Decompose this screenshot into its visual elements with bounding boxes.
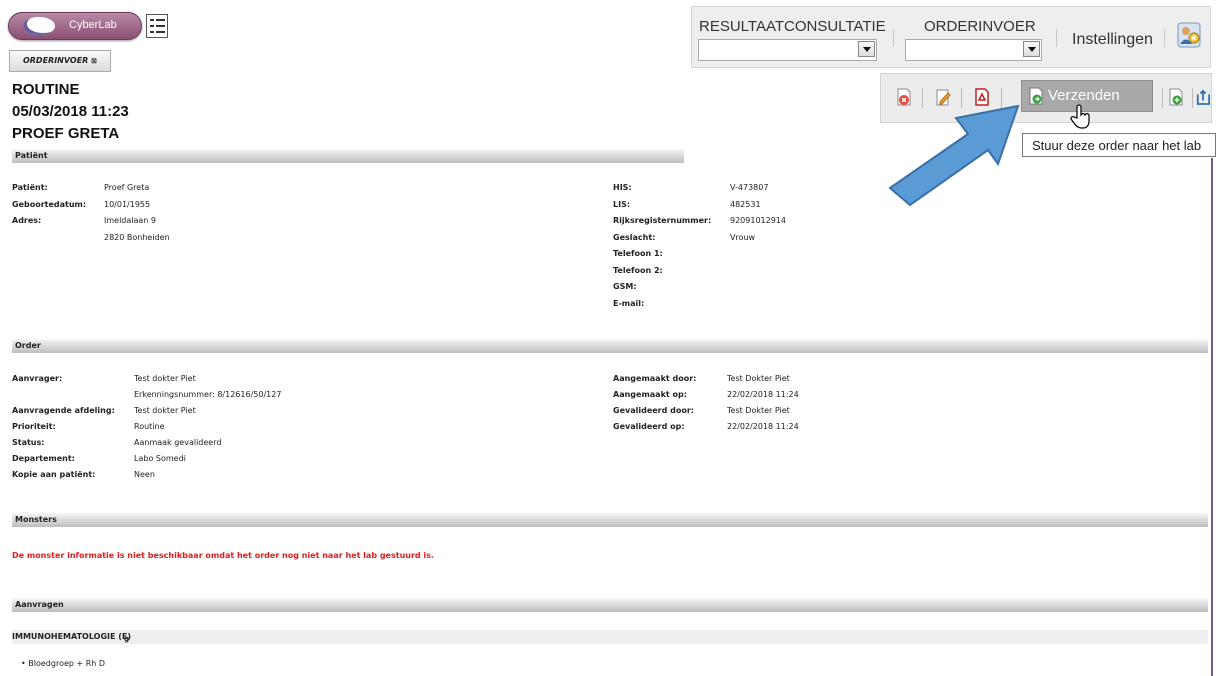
chevron-down-icon xyxy=(1023,41,1040,57)
patient-field-label: Telefoon 1: xyxy=(613,249,663,258)
cyberlab-logo[interactable]: CyberLab xyxy=(8,12,142,40)
section-header-order: Order xyxy=(12,339,1208,353)
order-field-label: Departement: xyxy=(12,454,75,463)
order-field-label: Gevalideerd op: xyxy=(613,422,685,431)
top-navigation: RESULTAATCONSULTATIE ORDERINVOER Instell… xyxy=(691,6,1211,68)
order-field-label: Aanvrager: xyxy=(12,374,63,383)
order-field-label: Aanvragende afdeling: xyxy=(12,406,115,415)
aanvraag-group-title: IMMUNOHEMATOLOGIE (E) xyxy=(12,632,132,641)
patient-field-value: 2820 Bonheiden xyxy=(104,232,170,242)
order-field-label: Status: xyxy=(12,438,45,447)
patient-field-label: E-mail: xyxy=(613,298,645,308)
nav-resultaatconsultatie[interactable]: RESULTAATCONSULTATIE xyxy=(699,18,886,35)
section-header-patient: Patiënt xyxy=(12,149,684,163)
section-header-monsters: Monsters xyxy=(12,513,1208,527)
patient-field-label: Geboortedatum: xyxy=(12,199,87,209)
patient-field-label: Telefoon 2: xyxy=(613,265,663,275)
aanvraag-group-row: IMMUNOHEMATOLOGIE (E) g xyxy=(12,630,1208,644)
patient-field-label: Geslacht: xyxy=(613,232,656,242)
order-field-value: Erkenningsnummer: 8/12616/50/127 xyxy=(134,390,282,399)
patient-field-label: Rijksregisternummer: xyxy=(613,216,712,225)
order-type-title: ROUTINE xyxy=(12,81,80,98)
bullet-icon: • xyxy=(21,659,26,668)
order-field-label: Aangemaakt op: xyxy=(613,390,687,399)
nav-separator xyxy=(1164,29,1165,47)
monsters-unavailable-message: De monster informatie is niet beschikbaa… xyxy=(12,551,434,560)
verzenden-tooltip: Stuur deze order naar het lab xyxy=(1022,133,1216,157)
order-field-value: Aanmaak gevalideerd xyxy=(134,438,222,447)
right-border-line xyxy=(1211,158,1213,676)
hand-cursor-icon xyxy=(1070,104,1090,129)
chevron-down-icon xyxy=(858,41,875,57)
settings-user-icon[interactable] xyxy=(1175,20,1203,50)
patient-field-value: Proef Greta xyxy=(104,183,150,192)
order-field-value: Test Dokter Piet xyxy=(727,406,790,415)
patient-name-title: PROEF GRETA xyxy=(12,125,120,142)
aanvraag-item: Bloedgroep + Rh D xyxy=(28,659,106,668)
patient-field-label: HIS: xyxy=(613,183,632,192)
patient-field-value: 92091012914 xyxy=(730,216,786,225)
patient-field-label: LIS: xyxy=(613,199,631,209)
list-menu-icon[interactable] xyxy=(146,14,168,38)
patient-field-value: 10/01/1955 xyxy=(104,199,151,209)
patient-field-value: 482531 xyxy=(730,199,761,209)
add-icon[interactable] xyxy=(1168,88,1184,106)
nav-instellingen[interactable]: Instellingen xyxy=(1072,31,1153,49)
patient-field-value: Imeldalaan 9 xyxy=(104,216,157,225)
verzenden-label: Verzenden xyxy=(1048,87,1120,104)
order-datetime: 05/03/2018 11:23 xyxy=(12,103,129,120)
tab-orderinvoer[interactable]: ORDERINVOER ⊠ xyxy=(9,50,111,72)
order-field-value: Test dokter Piet xyxy=(134,406,196,415)
nav-orderinvoer[interactable]: ORDERINVOER xyxy=(924,18,1036,35)
patient-field-value: V-473807 xyxy=(730,183,769,192)
order-field-value: Test Dokter Piet xyxy=(727,374,790,383)
export-icon[interactable] xyxy=(1196,88,1210,106)
order-field-label: Prioriteit: xyxy=(12,422,56,431)
list-item: • Bloedgroep + Rh D xyxy=(21,659,105,669)
toolbar-separator xyxy=(1162,88,1163,108)
order-field-value: Test dokter Piet xyxy=(134,374,196,383)
logo-text: CyberLab xyxy=(69,19,117,31)
patient-field-value: Vrouw xyxy=(730,232,756,242)
order-field-label: Gevalideerd door: xyxy=(613,406,694,415)
patient-field-label: GSM: xyxy=(613,282,637,291)
order-field-value: Routine xyxy=(134,422,165,431)
patient-field-label: Patiënt: xyxy=(12,183,48,192)
order-field-label: Aangemaakt door: xyxy=(613,374,697,383)
nav-separator xyxy=(1056,29,1057,47)
aanvraag-group-suffix: g xyxy=(124,635,130,643)
order-field-value: 22/02/2018 11:24 xyxy=(727,390,799,399)
resultaatconsultatie-select[interactable] xyxy=(698,39,877,61)
order-field-label: Kopie aan patiënt: xyxy=(12,470,96,479)
order-field-value: Neen xyxy=(134,470,155,479)
toolbar-separator xyxy=(1192,88,1193,108)
order-field-value: 22/02/2018 11:24 xyxy=(727,422,799,431)
patient-field-label: Adres: xyxy=(12,216,42,225)
close-tab-icon[interactable]: ⊠ xyxy=(91,57,97,65)
nav-separator xyxy=(893,29,894,47)
order-field-value: Labo Somedi xyxy=(134,454,186,463)
orderinvoer-select[interactable] xyxy=(905,39,1042,61)
annotation-arrow-icon xyxy=(888,104,1020,207)
logo-swoosh-icon xyxy=(23,17,55,35)
tab-orderinvoer-label: ORDERINVOER xyxy=(22,56,89,65)
section-header-aanvragen: Aanvragen xyxy=(12,598,1208,612)
